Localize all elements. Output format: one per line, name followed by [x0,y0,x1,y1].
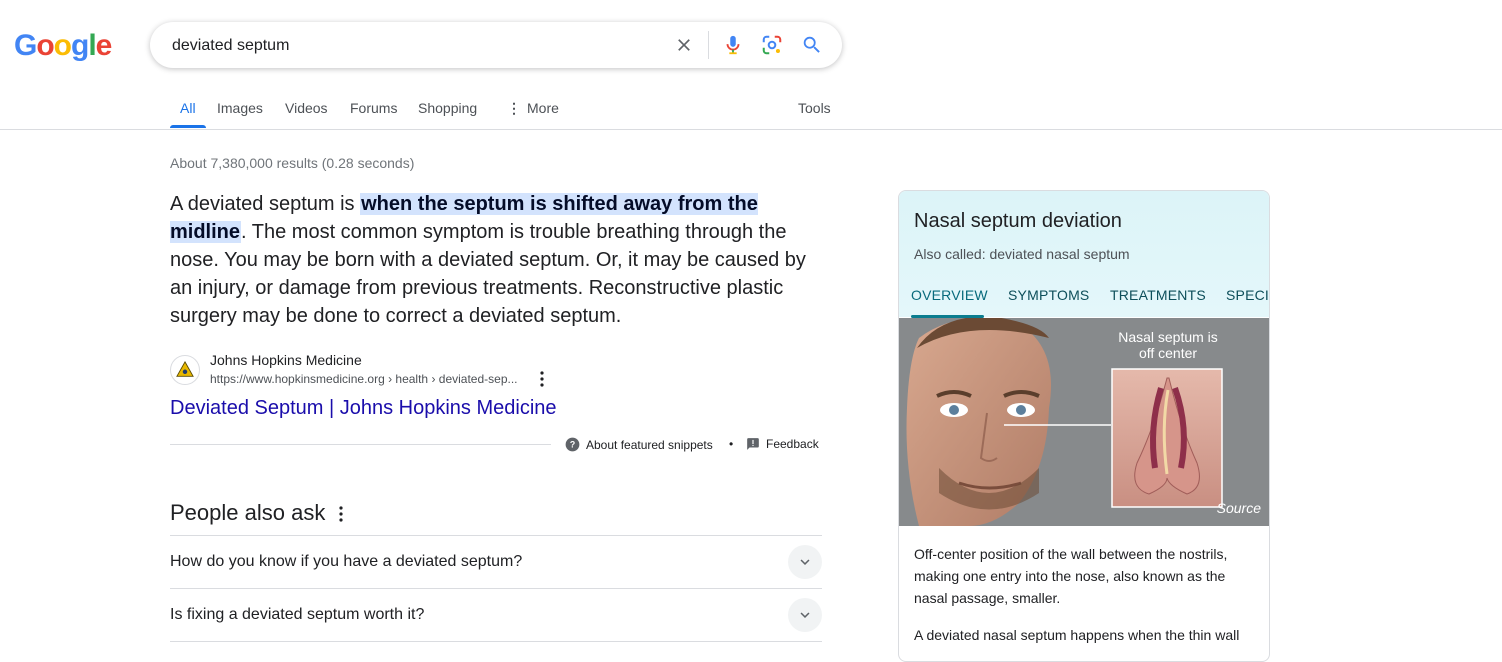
kp-tab-specialists[interactable]: SPECIA [1226,287,1269,303]
kp-tab-overview[interactable]: OVERVIEW [911,287,988,303]
logo-letter: o [53,29,72,62]
knowledge-panel-aka: Also called: deviated nasal septum [914,246,1130,262]
source-favicon[interactable] [170,355,200,385]
paa-question-text: Is fixing a deviated septum worth it? [170,606,425,623]
knowledge-panel-image[interactable]: Nasal septum is off center Source [899,318,1269,526]
image-caption: Nasal septum is off center [1118,329,1218,361]
kp-tab-treatments[interactable]: TREATMENTS [1110,287,1206,303]
about-featured-snippets-button[interactable]: ? About featured snippets [565,437,713,452]
logo-letter: o [36,29,54,62]
result-stats: About 7,380,000 results (0.28 seconds) [170,155,415,171]
tab-shopping[interactable]: Shopping [418,96,477,128]
search-icon [803,36,820,53]
snippet-divider [170,444,551,445]
kp-tab-symptoms[interactable]: SYMPTOMS [1008,287,1089,303]
result-options-button[interactable] [535,370,549,388]
logo-letter: l [88,29,96,62]
snippet-prefix: A deviated septum is [170,193,361,215]
paa-expand-button[interactable] [788,598,822,632]
clear-search-button[interactable] [672,33,696,57]
hopkins-shield-icon [176,361,194,377]
chevron-down-icon [800,559,810,565]
knowledge-panel-tabs: OVERVIEW SYMPTOMS TREATMENTS SPECIA [899,287,1269,318]
tab-images[interactable]: Images [217,96,263,128]
google-logo[interactable]: Google [14,28,113,64]
feedback-icon [747,438,759,450]
tools-button[interactable]: Tools [798,96,831,128]
tab-forums[interactable]: Forums [350,96,397,128]
voice-search-button[interactable] [721,33,745,57]
microphone-icon [726,35,740,55]
snippet-suffix: . The most common symptom is trouble bre… [170,221,806,327]
feedback-button[interactable]: Feedback [746,437,819,451]
image-source-link[interactable]: Source [1217,500,1261,516]
tab-all[interactable]: All [170,96,205,128]
tab-videos[interactable]: Videos [285,96,328,128]
people-also-ask-title: People also ask [170,500,326,525]
about-featured-snippets-label: About featured snippets [586,437,713,452]
logo-letter: G [14,29,37,62]
featured-snippet-text: A deviated septum is when the septum is … [170,190,822,330]
paa-expand-button[interactable] [788,545,822,579]
paa-options-button[interactable] [334,504,348,524]
logo-letter: g [71,29,89,62]
lens-icon [762,35,782,55]
tab-more-label: More [527,100,559,116]
more-vert-icon [339,506,343,522]
paa-divider [170,641,822,642]
search-input[interactable] [170,22,654,70]
knowledge-panel-title: Nasal septum deviation [914,210,1122,232]
svg-text:?: ? [570,440,575,450]
search-button[interactable] [800,33,824,57]
feedback-label: Feedback [766,437,819,451]
result-title-link[interactable]: Deviated Septum | Johns Hopkins Medicine [170,396,557,420]
chevron-down-icon [800,612,810,618]
search-box [150,22,842,70]
tabs-divider [0,129,1502,130]
more-vert-icon [540,371,544,387]
knowledge-panel-description-2: A deviated nasal septum happens when the… [914,627,1240,643]
knowledge-panel: Nasal septum deviation Also called: devi… [898,190,1270,662]
knowledge-panel-description: Off-center position of the wall between … [914,546,1228,606]
tab-more[interactable]: ⋮ More [507,96,559,128]
help-icon: ? [565,437,580,452]
source-url[interactable]: https://www.hopkinsmedicine.org › health… [210,372,518,386]
more-vert-icon: ⋮ [507,100,521,116]
paa-question-text: How do you know if you have a deviated s… [170,553,523,570]
close-icon [678,39,690,51]
knowledge-panel-header: Nasal septum deviation Also called: devi… [899,191,1269,318]
footer-separator: • [729,437,734,451]
logo-letter: e [95,29,113,62]
source-site-name[interactable]: Johns Hopkins Medicine [210,352,362,368]
image-search-button[interactable] [760,33,784,57]
paa-question[interactable]: How do you know if you have a deviated s… [170,536,822,588]
paa-question[interactable]: Is fixing a deviated septum worth it? [170,589,822,641]
search-divider [708,31,709,59]
